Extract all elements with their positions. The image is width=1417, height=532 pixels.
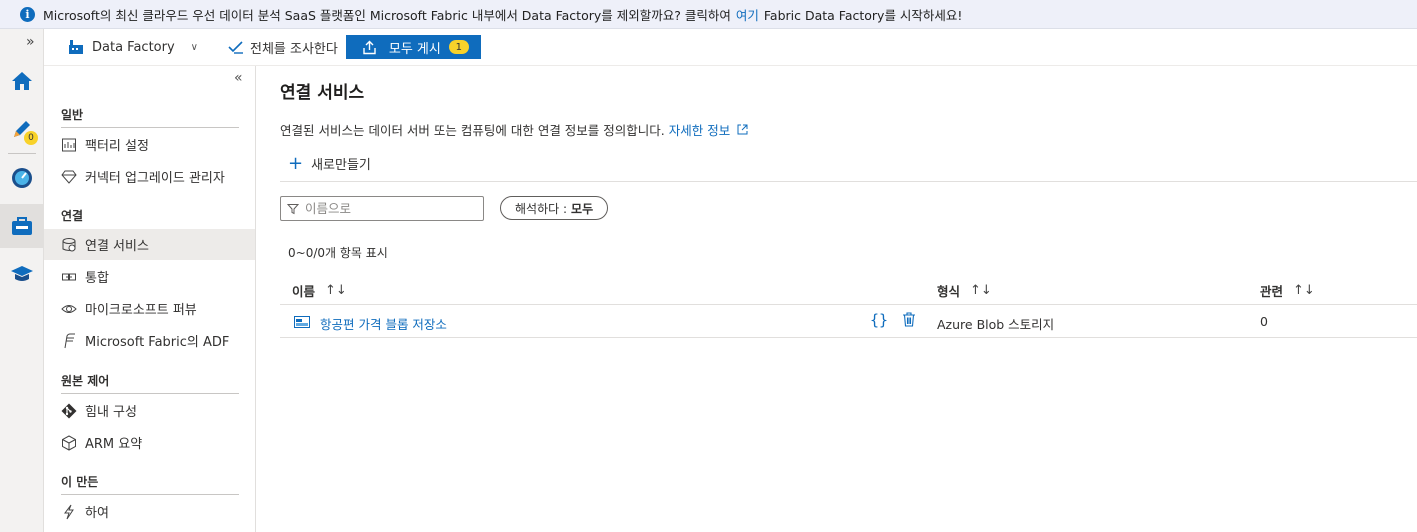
- info-icon: i: [20, 6, 35, 22]
- banner-text-end: Fabric Data Factory를 시작하세요!: [763, 7, 963, 23]
- column-name-label: 이름: [292, 284, 316, 299]
- new-linked-service-button[interactable]: + 새로만들기: [288, 154, 371, 173]
- nav-label: 통합: [85, 271, 109, 286]
- description-text: 연결된 서비스는 데이터 서버 또는 컴퓨팅에 대한 연결 정보를 정의합니다.: [280, 123, 665, 138]
- eye-icon: [61, 301, 77, 317]
- type-cell: Azure Blob 스토리지: [937, 317, 1055, 332]
- code-icon[interactable]: {}: [870, 311, 888, 329]
- manage-sidenav: « 일반 팩터리 설정 커넥터 업그레이드 관리자 연결 연결 서비스 통합 마…: [44, 66, 256, 532]
- nav-label: 팩터리 설정: [85, 139, 149, 154]
- banner-text: Microsoft의 최신 클라우드 우선 데이터 분석 SaaS 플랫폼인 M…: [43, 7, 731, 23]
- chevron-down-icon: ∨: [190, 41, 198, 53]
- section-divider: [61, 494, 239, 495]
- nav-linked-services[interactable]: 연결 서비스: [44, 229, 255, 260]
- main-content: 연결 서비스 연결된 서비스는 데이터 서버 또는 컴퓨팅에 대한 연결 정보를…: [256, 66, 1417, 532]
- left-rail: » 0: [0, 29, 44, 532]
- sort-icon: ↑↓: [1293, 283, 1315, 298]
- section-general: 일반: [61, 108, 84, 122]
- fabric-icon: [61, 333, 77, 349]
- section-author: 이 만든: [61, 475, 99, 489]
- author-badge: 0: [24, 131, 38, 145]
- item-count: 0~0/0개 항목 표시: [288, 246, 388, 260]
- publish-count-badge: 1: [448, 40, 469, 54]
- nav-label: 마이크로소프트 퍼뷰: [85, 303, 197, 318]
- manage-icon[interactable]: [0, 204, 44, 248]
- home-icon[interactable]: [0, 59, 44, 103]
- nav-label: 연결 서비스: [85, 239, 149, 254]
- linked-service-icon: [61, 237, 77, 253]
- nav-git-config[interactable]: 힘내 구성: [44, 395, 255, 426]
- blob-storage-icon: [294, 316, 310, 331]
- monitor-icon[interactable]: [0, 156, 44, 200]
- name-filter[interactable]: [280, 196, 484, 221]
- nav-label: ARM 요약: [85, 437, 143, 452]
- publish-label: 모두 게시: [388, 41, 441, 57]
- upload-icon: [362, 40, 377, 55]
- type-filter-pill[interactable]: 해석하다 : 모두: [500, 196, 609, 220]
- lightning-icon: [61, 504, 77, 520]
- top-toolbar: Data Factory ∨ 전체를 조사한다 모두 게시 1: [44, 29, 1417, 66]
- learn-more-link[interactable]: 자세한 정보: [669, 123, 748, 138]
- column-type-label: 형식: [937, 284, 961, 299]
- page-description: 연결된 서비스는 데이터 서버 또는 컴퓨팅에 대한 연결 정보를 정의합니다.…: [280, 120, 748, 139]
- plus-icon: +: [288, 152, 304, 174]
- delete-icon[interactable]: [902, 312, 916, 330]
- nav-label: 힘내 구성: [85, 405, 137, 420]
- table-header: 이름 ↑↓ 형식 ↑↓ 관련 ↑↓: [280, 275, 1417, 305]
- section-divider: [61, 393, 239, 394]
- sort-icon: ↑↓: [970, 283, 992, 298]
- type-filter-label: 해석하다 :: [515, 201, 568, 216]
- nav-arm-template[interactable]: ARM 요약: [44, 427, 255, 458]
- nav-fabric-adf[interactable]: Microsoft Fabric의 ADF: [44, 325, 255, 356]
- type-filter-value: 모두: [571, 201, 594, 216]
- banner-link[interactable]: 여기: [736, 5, 759, 24]
- section-divider: [61, 127, 239, 128]
- nav-integration[interactable]: 통합: [44, 261, 255, 292]
- nav-factory-settings[interactable]: 팩터리 설정: [44, 129, 255, 160]
- info-banner: i Microsoft의 최신 클라우드 우선 데이터 분석 SaaS 플랫폼인…: [0, 0, 1417, 29]
- publish-all-button[interactable]: 모두 게시 1: [345, 35, 481, 59]
- git-icon: [61, 403, 77, 419]
- learn-more-label: 자세한 정보: [668, 123, 731, 138]
- nav-purview[interactable]: 마이크로소프트 퍼뷰: [44, 293, 255, 324]
- section-connections: 연결: [61, 209, 84, 223]
- related-cell: 0: [1260, 314, 1268, 329]
- section-source-control: 원본 제어: [61, 374, 110, 388]
- column-header-related[interactable]: 관련 ↑↓: [1260, 281, 1315, 300]
- name-filter-input[interactable]: [305, 201, 475, 216]
- expand-rail-icon[interactable]: »: [26, 34, 35, 50]
- cube-icon: [61, 434, 77, 451]
- factory-icon: [68, 39, 84, 55]
- external-link-icon: [737, 124, 748, 135]
- page-title: 연결 서비스: [280, 83, 365, 103]
- factory-selector[interactable]: Data Factory ∨: [68, 35, 198, 59]
- validate-all-button[interactable]: 전체를 조사한다: [228, 35, 338, 59]
- table-row[interactable]: 항공편 가격 블롭 저장소 {} Azure Blob 스토리지 0: [280, 306, 1417, 338]
- new-label: 새로만들기: [311, 158, 371, 173]
- column-header-name[interactable]: 이름 ↑↓: [292, 281, 347, 300]
- validate-icon: [228, 39, 244, 55]
- validate-label: 전체를 조사한다: [250, 41, 338, 57]
- header-divider: [280, 181, 1417, 182]
- rail-divider: [8, 153, 36, 154]
- chart-settings-icon: [61, 137, 77, 153]
- column-related-label: 관련: [1260, 284, 1284, 299]
- nav-label: 하여: [85, 506, 109, 521]
- author-icon[interactable]: 0: [0, 107, 44, 151]
- collapse-nav-icon[interactable]: «: [234, 70, 243, 86]
- nav-label: 커넥터 업그레이드 관리자: [85, 171, 225, 186]
- diamond-icon: [61, 169, 77, 185]
- sort-icon: ↑↓: [325, 283, 347, 298]
- filter-icon: [287, 203, 299, 214]
- integration-icon: [61, 269, 77, 285]
- factory-label: Data Factory: [92, 39, 175, 55]
- column-header-type[interactable]: 형식 ↑↓: [937, 281, 992, 300]
- learn-icon[interactable]: [0, 252, 44, 296]
- nav-triggers[interactable]: 하여: [44, 496, 255, 527]
- nav-label: Microsoft Fabric의 ADF: [85, 335, 230, 350]
- nav-connector-upgrade[interactable]: 커넥터 업그레이드 관리자: [44, 161, 255, 192]
- linked-service-name-link[interactable]: 항공편 가격 블롭 저장소: [320, 314, 447, 333]
